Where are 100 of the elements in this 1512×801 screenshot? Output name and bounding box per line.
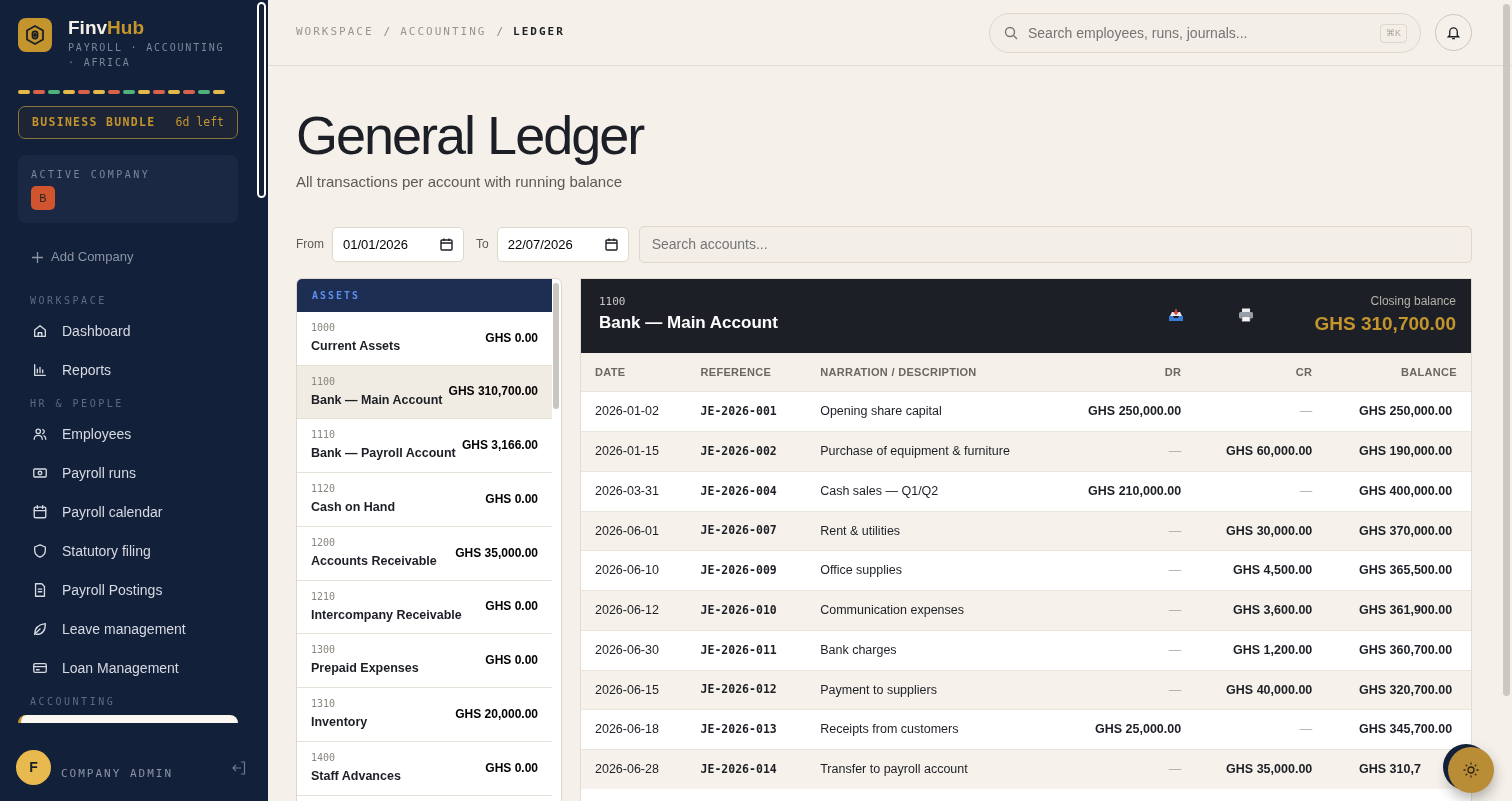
account-name: Intercompany Receivable (311, 606, 462, 624)
account-item[interactable]: 1100 Bank — Main Account GHS 310,700.00 (297, 365, 552, 420)
calendar-icon[interactable] (604, 237, 618, 251)
account-code: 1000 (311, 320, 337, 334)
reference-cell: JE-2026-010 (686, 590, 807, 631)
debit-cell: — (1056, 511, 1196, 551)
reference-cell: JE-2026-002 (686, 431, 807, 472)
account-search-field[interactable]: Search accounts... (638, 225, 1472, 263)
balance-cell-text: GHS 365,500.00 (1359, 562, 1454, 580)
account-name: Current Assets (311, 337, 401, 355)
account-balance: GHS 20,000.00 (455, 705, 538, 723)
closing-balance: GHS 310,700.00 (1314, 311, 1456, 336)
date-cell: 2026-06-28 (581, 749, 687, 789)
balance-cell-text: GHS 361,900.00 (1359, 602, 1454, 620)
credit-cell: GHS 40,000.00 (1195, 670, 1327, 710)
nav-item[interactable]: Leave management (18, 609, 238, 649)
shield-icon (32, 543, 48, 560)
account-code: 1100 (599, 293, 627, 310)
column-header: DR (1056, 352, 1196, 392)
account-name: Inventory (311, 714, 368, 732)
export-tray-icon[interactable] (1168, 306, 1185, 323)
narration-cell: Rent & utilities (806, 511, 1057, 551)
search-icon (1004, 25, 1018, 40)
hexagon-logo-icon (18, 18, 52, 52)
breadcrumb-separator: / (383, 24, 391, 41)
credit-cell: GHS 60,000.00 (1195, 431, 1327, 472)
credit-cell: GHS 30,000.00 (1195, 511, 1327, 551)
narration-cell: Payment to suppliers (806, 670, 1057, 710)
credit-cell: GHS 35,000.00 (1195, 749, 1327, 789)
house-icon (32, 323, 48, 340)
nav-item[interactable]: Payroll calendar (18, 492, 238, 532)
breadcrumb-separator: / (496, 24, 504, 41)
add-company-link[interactable]: Add Company (32, 247, 134, 267)
sun-icon (1462, 761, 1480, 779)
nav-item[interactable]: Loan Management (18, 648, 238, 688)
nav-item[interactable]: Statutory filing (18, 531, 238, 571)
reference-cell: JE-2026-014 (686, 749, 807, 789)
to-label: To (476, 236, 489, 254)
to-date-field[interactable]: 22/07/2026 (496, 226, 629, 262)
brand-tagline: PAYROLL · ACCOUNTING · AFRICA (68, 41, 226, 70)
bar-chart-icon (32, 362, 48, 379)
column-header: DATE (581, 352, 687, 392)
plus-icon (32, 251, 43, 263)
scrollbar[interactable] (257, 2, 266, 198)
nav-item[interactable]: Payroll Postings (18, 570, 238, 610)
nav-item[interactable]: Payroll runs (18, 453, 238, 493)
group-heading: ASSETS (297, 278, 552, 312)
reference-cell: JE-2026-007 (686, 511, 807, 551)
balance-cell-text: GHS 400,000.00 (1359, 482, 1454, 500)
from-date-field[interactable]: 01/01/2026 (332, 226, 464, 262)
account-name: Staff Advances (311, 767, 401, 785)
account-code: 1200 (311, 535, 337, 549)
company-selector[interactable]: ACTIVE COMPANY B (18, 155, 238, 224)
account-balance: GHS 0.00 (485, 598, 538, 616)
account-name: Bank — Main Account (311, 391, 443, 409)
balance-cell-text: GHS 250,000.00 (1359, 403, 1454, 421)
nav-item[interactable]: Dashboard (18, 311, 238, 351)
company-avatar: B (31, 186, 55, 211)
printer-icon[interactable] (1238, 306, 1255, 323)
balance-cell-text: GHS 320,700.00 (1359, 681, 1454, 699)
plan-banner[interactable]: BUSINESS BUNDLE 6d left (18, 106, 238, 140)
nav-item[interactable]: Employees (18, 414, 238, 454)
section-heading: HR & PEOPLE (30, 396, 125, 411)
scrollbar[interactable] (1503, 4, 1510, 696)
nav-item[interactable]: Reports (18, 350, 238, 390)
account-code: 1310 (311, 697, 337, 711)
date-cell: 2026-06-01 (581, 511, 687, 551)
account-balance: GHS 310,700.00 (448, 383, 538, 401)
section-heading: WORKSPACE (30, 293, 108, 308)
account-balance: GHS 3,166.00 (461, 437, 538, 455)
date-cell: 2026-06-12 (581, 590, 687, 631)
debit-cell: — (1056, 590, 1196, 631)
people-icon (32, 426, 48, 443)
column-header: NARRATION / DESCRIPTION (806, 352, 1057, 392)
account-balance: GHS 0.00 (485, 490, 538, 508)
document-icon (32, 582, 48, 599)
reference-cell: JE-2026-012 (686, 670, 807, 710)
user-role: COMPANY ADMIN (61, 766, 175, 783)
calendar-icon[interactable] (440, 237, 453, 251)
balance-cell-text: GHS 360,700.00 (1359, 641, 1454, 659)
from-label: From (296, 236, 324, 254)
narration-cell: Purchase of equipment & furniture (806, 431, 1057, 472)
credit-cell: GHS 3,600.00 (1195, 590, 1327, 631)
closing-balance-label: Closing balance (1369, 292, 1456, 310)
debit-cell: — (1056, 670, 1196, 710)
logout-icon[interactable] (232, 760, 246, 775)
debit-cell: — (1056, 749, 1196, 789)
account-balance: GHS 0.00 (485, 652, 538, 670)
breadcrumb-item: LEDGER (513, 24, 565, 41)
debit-cell: — (1056, 431, 1196, 472)
account-name: Bank — Main Account (599, 312, 778, 335)
scrollbar[interactable] (553, 282, 559, 409)
column-header: BALANCE (1326, 352, 1471, 392)
leaf-icon (32, 621, 48, 638)
account-name: Accounts Receivable (311, 552, 437, 570)
account-balance: GHS 0.00 (485, 329, 538, 347)
page-subtitle: All transactions per account with running balance (296, 172, 624, 193)
account-code: 1120 (311, 482, 337, 496)
narration-cell: Communication expenses (806, 590, 1057, 631)
user-avatar: F (16, 750, 51, 785)
